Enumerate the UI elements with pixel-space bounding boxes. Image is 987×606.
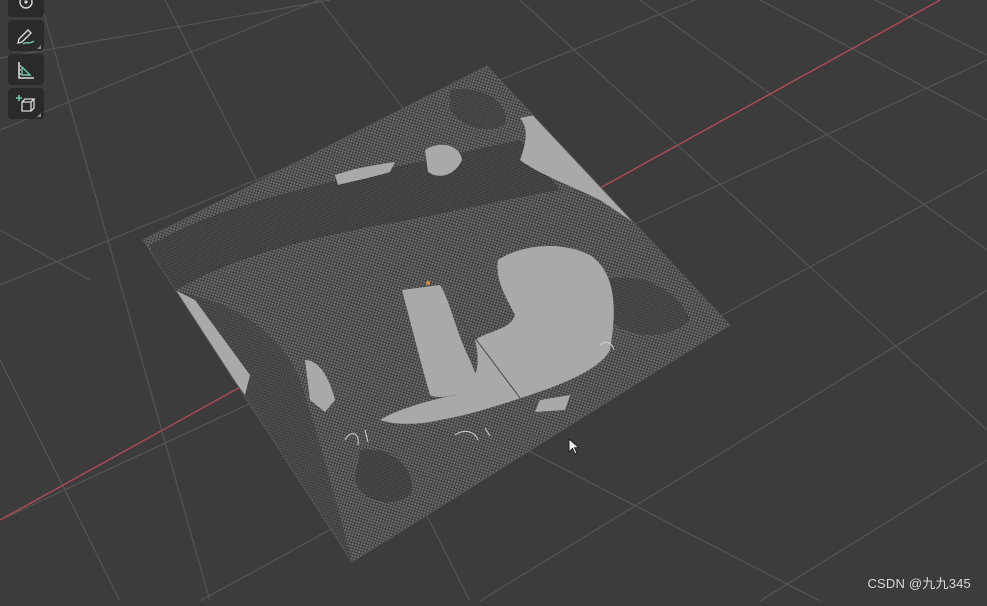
cursor-tool-button[interactable] bbox=[8, 0, 44, 17]
mouse-pointer-icon bbox=[568, 438, 581, 455]
annotate-pen-icon bbox=[17, 28, 35, 45]
cursor-crosshair-icon bbox=[19, 0, 33, 9]
add-cube-tool-button[interactable] bbox=[8, 88, 44, 119]
object-origin-dot bbox=[426, 281, 430, 285]
terrain-mesh[interactable] bbox=[142, 65, 731, 563]
3d-viewport[interactable]: CSDN @九九345 bbox=[0, 0, 987, 602]
watermark-text: CSDN @九九345 bbox=[867, 576, 971, 591]
measure-ruler-icon bbox=[18, 61, 34, 79]
viewport-canvas bbox=[0, 0, 987, 602]
add-cube-icon bbox=[16, 94, 36, 112]
measure-tool-button[interactable] bbox=[8, 54, 44, 85]
annotate-tool-button[interactable] bbox=[8, 20, 44, 51]
viewport-toolbar bbox=[8, 0, 46, 119]
